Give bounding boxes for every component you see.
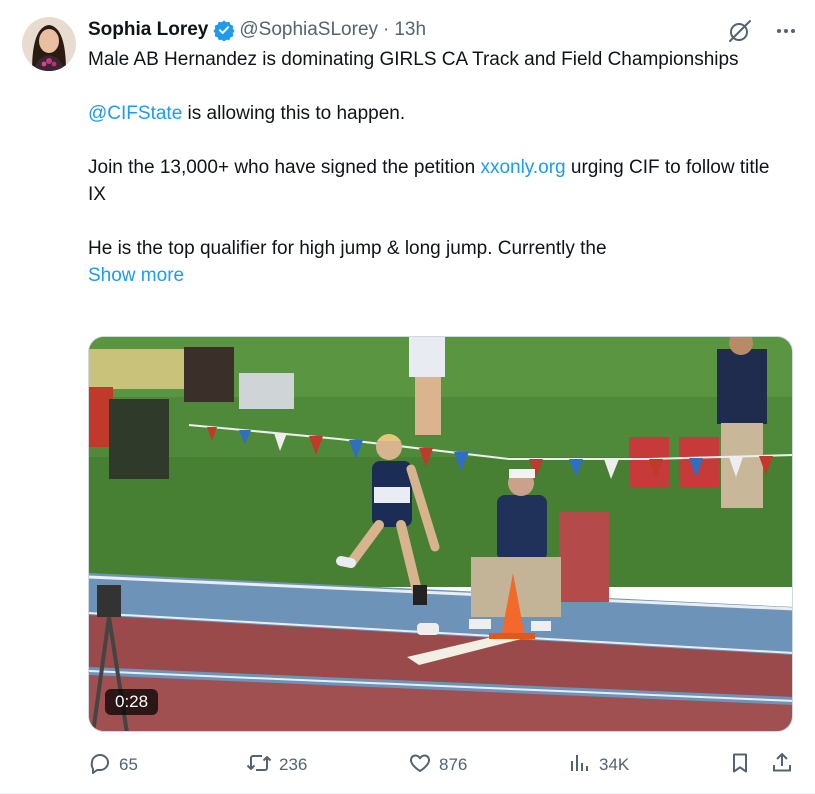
repost-count: 236: [279, 755, 308, 774]
tweet-line-2-text: is allowing this to happen.: [182, 103, 406, 124]
tweet-line-3: Join the 13,000+ who have signed the pet…: [88, 154, 778, 208]
repost-button[interactable]: 236: [246, 751, 307, 780]
views-button[interactable]: 34K: [568, 751, 629, 780]
tweet-body: Male AB Hernandez is dominating GIRLS CA…: [88, 46, 778, 289]
tweet-line-4: He is the top qualifier for high jump & …: [88, 238, 607, 259]
tweet-line-3-pre: Join the 13,000+ who have signed the pet…: [88, 157, 481, 178]
bookmark-button[interactable]: [728, 751, 752, 780]
petition-link[interactable]: xxonly.org: [480, 157, 565, 178]
like-icon: [408, 751, 432, 780]
reply-count: 65: [119, 755, 138, 774]
author-handle[interactable]: @SophiaSLorey: [239, 19, 378, 41]
tweet-line-2: @CIFState is allowing this to happen.: [88, 100, 778, 127]
share-button[interactable]: [770, 751, 794, 780]
repost-icon: [246, 751, 272, 780]
reply-button[interactable]: 65: [88, 751, 138, 780]
tweet-header: Sophia Lorey @SophiaSLorey · 13h: [88, 16, 426, 44]
views-icon: [568, 751, 592, 780]
verified-badge-icon: [213, 19, 235, 41]
separator-dot: ·: [383, 19, 390, 40]
mention-link[interactable]: @CIFState: [88, 103, 182, 124]
video-player[interactable]: 0:28: [88, 336, 793, 732]
author-name[interactable]: Sophia Lorey: [88, 19, 208, 41]
tweet-timestamp[interactable]: 13h: [394, 19, 426, 41]
video-duration: 0:28: [105, 689, 159, 715]
like-count: 876: [439, 755, 468, 774]
tweet-line-1: Male AB Hernandez is dominating GIRLS CA…: [88, 49, 739, 70]
tweet-top-actions: [727, 18, 797, 44]
reply-icon: [88, 751, 112, 780]
more-icon[interactable]: [775, 20, 797, 42]
like-button[interactable]: 876: [408, 751, 467, 780]
bookmark-icon: [728, 751, 752, 780]
video-thumbnail: [89, 337, 792, 731]
grok-icon[interactable]: [727, 18, 753, 44]
avatar[interactable]: [22, 17, 76, 71]
tweet-action-bar: 65 236 876 34K: [88, 750, 798, 780]
share-icon: [770, 751, 794, 780]
show-more-link[interactable]: Show more: [88, 265, 184, 286]
views-count: 34K: [599, 755, 630, 774]
